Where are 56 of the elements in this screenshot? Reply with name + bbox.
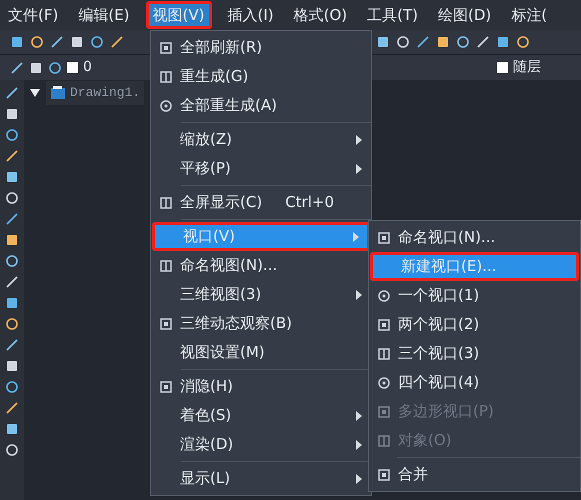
menu-item[interactable]: 合并 xyxy=(370,460,579,489)
menu-item-label: 消隐(H) xyxy=(180,376,233,398)
menu-item[interactable]: 全屏显示(C) Ctrl+0 xyxy=(152,188,370,217)
menu-item[interactable]: 两个视口(2) xyxy=(370,310,579,339)
menu-item-label: 全部刷新(R) xyxy=(180,37,262,58)
menu-bar-item[interactable]: 插入(I) xyxy=(224,1,278,29)
menu-item[interactable]: 缩放(Z) xyxy=(152,125,370,154)
menu-item-label: 三维视图(3) xyxy=(180,284,262,306)
menu-item[interactable]: 着色(S) xyxy=(152,401,370,430)
menu-item[interactable]: 消隐(H) xyxy=(152,372,370,401)
menu-bar-item[interactable]: 格式(O) xyxy=(290,1,352,29)
menu-item-label: 显示(L) xyxy=(180,468,230,490)
menu-item-label: 四个视口(4) xyxy=(398,372,480,394)
linetype-label: 随层 xyxy=(512,58,541,77)
layer-name: 0 xyxy=(83,58,92,77)
menu-item-label: 多边形视口(P) xyxy=(398,401,494,422)
menu-item[interactable]: 重生成(G) xyxy=(152,62,370,91)
menu-item[interactable]: 四个视口(4) xyxy=(370,368,579,397)
menu-item-label: 命名视图(N)... xyxy=(180,255,278,276)
menu-item[interactable]: 命名视图(N)... xyxy=(152,251,370,280)
menu-item-label: 视口(V) xyxy=(183,226,235,248)
menu-bar-item[interactable]: 编辑(E) xyxy=(74,1,134,29)
menu-item-label: 三个视口(3) xyxy=(398,343,480,364)
menu-item[interactable]: 显示(L) xyxy=(152,464,370,493)
menu-bar-item[interactable]: 绘图(D) xyxy=(434,1,496,29)
menu-item-label: 命名视口(N)... xyxy=(398,227,496,248)
menu-item-label: 合并 xyxy=(398,464,428,486)
menu-item[interactable]: 渲染(D) xyxy=(152,430,370,459)
menu-item-label: 全屏显示(C) xyxy=(180,192,262,214)
menu-bar-item[interactable]: 工具(T) xyxy=(363,1,422,29)
document-tab[interactable]: Drawing1. xyxy=(46,81,144,105)
menu-item-label: 三维动态观察(B) xyxy=(180,313,292,334)
menu-item-label: 着色(S) xyxy=(180,405,232,426)
menu-item-label: 平移(P) xyxy=(180,158,231,180)
menu-bar-item[interactable]: 标注( xyxy=(507,1,552,29)
menu-bar-item[interactable]: 视图(V) xyxy=(146,1,212,29)
menu-item-label: 新建视口(E)... xyxy=(401,256,496,278)
menu-item[interactable]: 平移(P) xyxy=(152,154,370,183)
menu-item-label: 重生成(G) xyxy=(180,66,248,88)
menu-item[interactable]: 三个视口(3) xyxy=(370,339,579,368)
menu-item[interactable]: 全部刷新(R) xyxy=(152,33,370,62)
menu-bar-item[interactable]: 文件(F) xyxy=(4,1,62,29)
menu-item-label: 对象(O) xyxy=(398,430,452,452)
menu-item[interactable]: 命名视口(N)... xyxy=(370,223,579,252)
menu-item-label: 视图设置(M) xyxy=(180,342,265,364)
menu-item[interactable]: 视图设置(M) xyxy=(152,338,370,367)
menu-item-shortcut: Ctrl+0 xyxy=(285,192,334,214)
menu-item-label: 缩放(Z) xyxy=(180,129,232,150)
menu-item-label: 一个视口(1) xyxy=(398,285,480,306)
menu-item-label: 渲染(D) xyxy=(180,434,234,456)
menu-item-label: 两个视口(2) xyxy=(398,314,480,336)
menu-item[interactable]: 一个视口(1) xyxy=(370,281,579,310)
menu-item[interactable]: 三维视图(3) xyxy=(152,280,370,309)
menu-item[interactable]: 三维动态观察(B) xyxy=(152,309,370,338)
menu-item[interactable]: 全部重生成(A) xyxy=(152,91,370,120)
menu-item-label: 全部重生成(A) xyxy=(180,95,277,116)
